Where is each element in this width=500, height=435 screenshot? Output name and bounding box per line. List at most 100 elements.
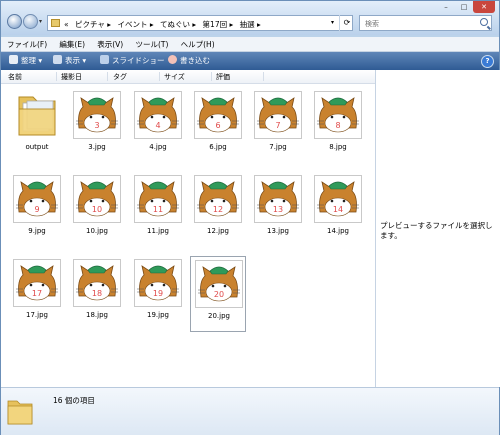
cat-image-icon: 3 <box>76 97 118 133</box>
back-button[interactable] <box>7 14 22 29</box>
file-name: 14.jpg <box>327 227 349 235</box>
search-input[interactable] <box>363 17 477 31</box>
file-item[interactable]: 8 8.jpg <box>310 88 366 164</box>
search-icon[interactable] <box>480 18 488 26</box>
maximize-button[interactable]: □ <box>455 1 473 13</box>
folder-icon <box>51 19 60 27</box>
breadcrumb-17th[interactable]: 第17回 ▸ <box>203 20 234 29</box>
cat-image-icon: 11 <box>137 181 179 217</box>
folder-icon <box>7 400 33 425</box>
image-thumbnail: 18 <box>73 259 121 307</box>
image-thumbnail: 11 <box>134 175 182 223</box>
organize-button[interactable]: 整理 ▾ <box>9 55 42 66</box>
image-number: 3 <box>94 121 99 130</box>
view-label: 表示 ▾ <box>65 56 87 65</box>
menu-file[interactable]: ファイル(F) <box>1 37 51 50</box>
cat-image-icon: 4 <box>137 97 179 133</box>
item-count: 16 個の項目 <box>53 396 95 405</box>
refresh-icon[interactable]: ⟳ <box>339 15 354 31</box>
file-item[interactable]: 14 14.jpg <box>310 172 366 248</box>
file-name: 20.jpg <box>208 312 230 320</box>
search-box[interactable] <box>359 15 492 31</box>
column-rating[interactable]: 評価 <box>216 72 230 82</box>
column-name[interactable]: 名前 <box>8 72 22 82</box>
file-item[interactable]: 20 20.jpg <box>190 256 246 332</box>
file-name: 4.jpg <box>149 143 167 151</box>
menu-edit[interactable]: 編集(E) <box>53 37 89 50</box>
file-item[interactable]: 18 18.jpg <box>69 256 125 332</box>
recent-pages-dropdown[interactable]: ▾ <box>39 18 42 25</box>
file-item[interactable]: 12 12.jpg <box>190 172 246 248</box>
column-size[interactable]: サイズ <box>164 72 185 82</box>
image-thumbnail: 10 <box>73 175 121 223</box>
image-number: 19 <box>153 289 163 298</box>
address-bar[interactable]: « ピクチャ ▸ イベント ▸ てぬぐい ▸ 第17回 ▸ 抽選 ▸ ▾ <box>47 15 353 31</box>
file-name: 9.jpg <box>28 227 46 235</box>
file-item[interactable]: 13 13.jpg <box>250 172 306 248</box>
minimize-button[interactable]: – <box>437 1 455 13</box>
column-date[interactable]: 撮影日 <box>61 72 82 82</box>
file-item[interactable]: 9 9.jpg <box>9 172 65 248</box>
file-name: 6.jpg <box>209 143 227 151</box>
breadcrumb-tenugui[interactable]: てぬぐい ▸ <box>160 20 196 29</box>
file-name: 3.jpg <box>88 143 106 151</box>
cat-image-icon: 19 <box>137 265 179 301</box>
folder-icon <box>18 96 56 136</box>
column-tags[interactable]: タグ <box>113 72 127 82</box>
burn-label: 書き込む <box>180 56 210 65</box>
address-dropdown-icon[interactable]: ▾ <box>331 19 334 26</box>
breadcrumb: « ピクチャ ▸ イベント ▸ てぬぐい ▸ 第17回 ▸ 抽選 ▸ <box>64 19 265 30</box>
file-item[interactable]: 10 10.jpg <box>69 172 125 248</box>
details-pane: 16 個の項目 <box>1 387 499 435</box>
cat-image-icon: 6 <box>197 97 239 133</box>
view-button[interactable]: 表示 ▾ <box>53 55 86 66</box>
image-thumbnail: 13 <box>254 175 302 223</box>
file-name: 10.jpg <box>86 227 108 235</box>
file-name: 19.jpg <box>147 311 169 319</box>
menu-help[interactable]: ヘルプ(H) <box>175 37 219 50</box>
file-name: 11.jpg <box>147 227 169 235</box>
column-header: 名前 撮影日 タグ サイズ 評価 <box>1 70 375 84</box>
file-item[interactable]: 17 17.jpg <box>9 256 65 332</box>
cat-image-icon: 13 <box>257 181 299 217</box>
slideshow-button[interactable]: スライドショー <box>100 55 165 66</box>
file-name: 13.jpg <box>267 227 289 235</box>
organize-label: 整理 ▾ <box>21 56 43 65</box>
burn-button[interactable]: 書き込む <box>168 55 210 66</box>
breadcrumb-lottery[interactable]: 抽選 ▸ <box>240 20 261 29</box>
image-thumbnail: 4 <box>134 91 182 139</box>
preview-message: プレビューするファイルを選択します。 <box>380 221 493 240</box>
image-thumbnail: 17 <box>13 259 61 307</box>
breadcrumb-pictures[interactable]: ピクチャ ▸ <box>75 20 111 29</box>
menu-bar: ファイル(F) 編集(E) 表示(V) ツール(T) ヘルプ(H) <box>1 37 499 52</box>
file-name: 17.jpg <box>26 311 48 319</box>
file-name: 18.jpg <box>86 311 108 319</box>
menu-view[interactable]: 表示(V) <box>91 37 127 50</box>
image-number: 13 <box>273 205 283 214</box>
file-name: 7.jpg <box>269 143 287 151</box>
close-button[interactable]: ✕ <box>473 1 495 13</box>
menu-tools[interactable]: ツール(T) <box>129 37 172 50</box>
image-number: 6 <box>215 121 220 130</box>
cat-image-icon: 20 <box>198 266 240 302</box>
file-item[interactable]: 6 6.jpg <box>190 88 246 164</box>
cat-image-icon: 18 <box>76 265 118 301</box>
breadcrumb-overflow[interactable]: « <box>64 20 69 29</box>
file-name: 8.jpg <box>329 143 347 151</box>
file-item[interactable]: 4 4.jpg <box>130 88 186 164</box>
folder-item[interactable]: output <box>9 88 65 164</box>
forward-button[interactable] <box>23 14 38 29</box>
file-item[interactable]: 11 11.jpg <box>130 172 186 248</box>
cat-image-icon: 8 <box>317 97 359 133</box>
image-number: 8 <box>335 121 340 130</box>
image-thumbnail: 9 <box>13 175 61 223</box>
file-item[interactable]: 19 19.jpg <box>130 256 186 332</box>
help-icon[interactable]: ? <box>481 55 494 68</box>
file-item[interactable]: 7 7.jpg <box>250 88 306 164</box>
organize-icon <box>9 55 18 64</box>
cat-image-icon: 12 <box>197 181 239 217</box>
image-thumbnail: 7 <box>254 91 302 139</box>
file-item[interactable]: 3 3.jpg <box>69 88 125 164</box>
breadcrumb-event[interactable]: イベント ▸ <box>117 20 153 29</box>
slideshow-icon <box>100 55 109 64</box>
